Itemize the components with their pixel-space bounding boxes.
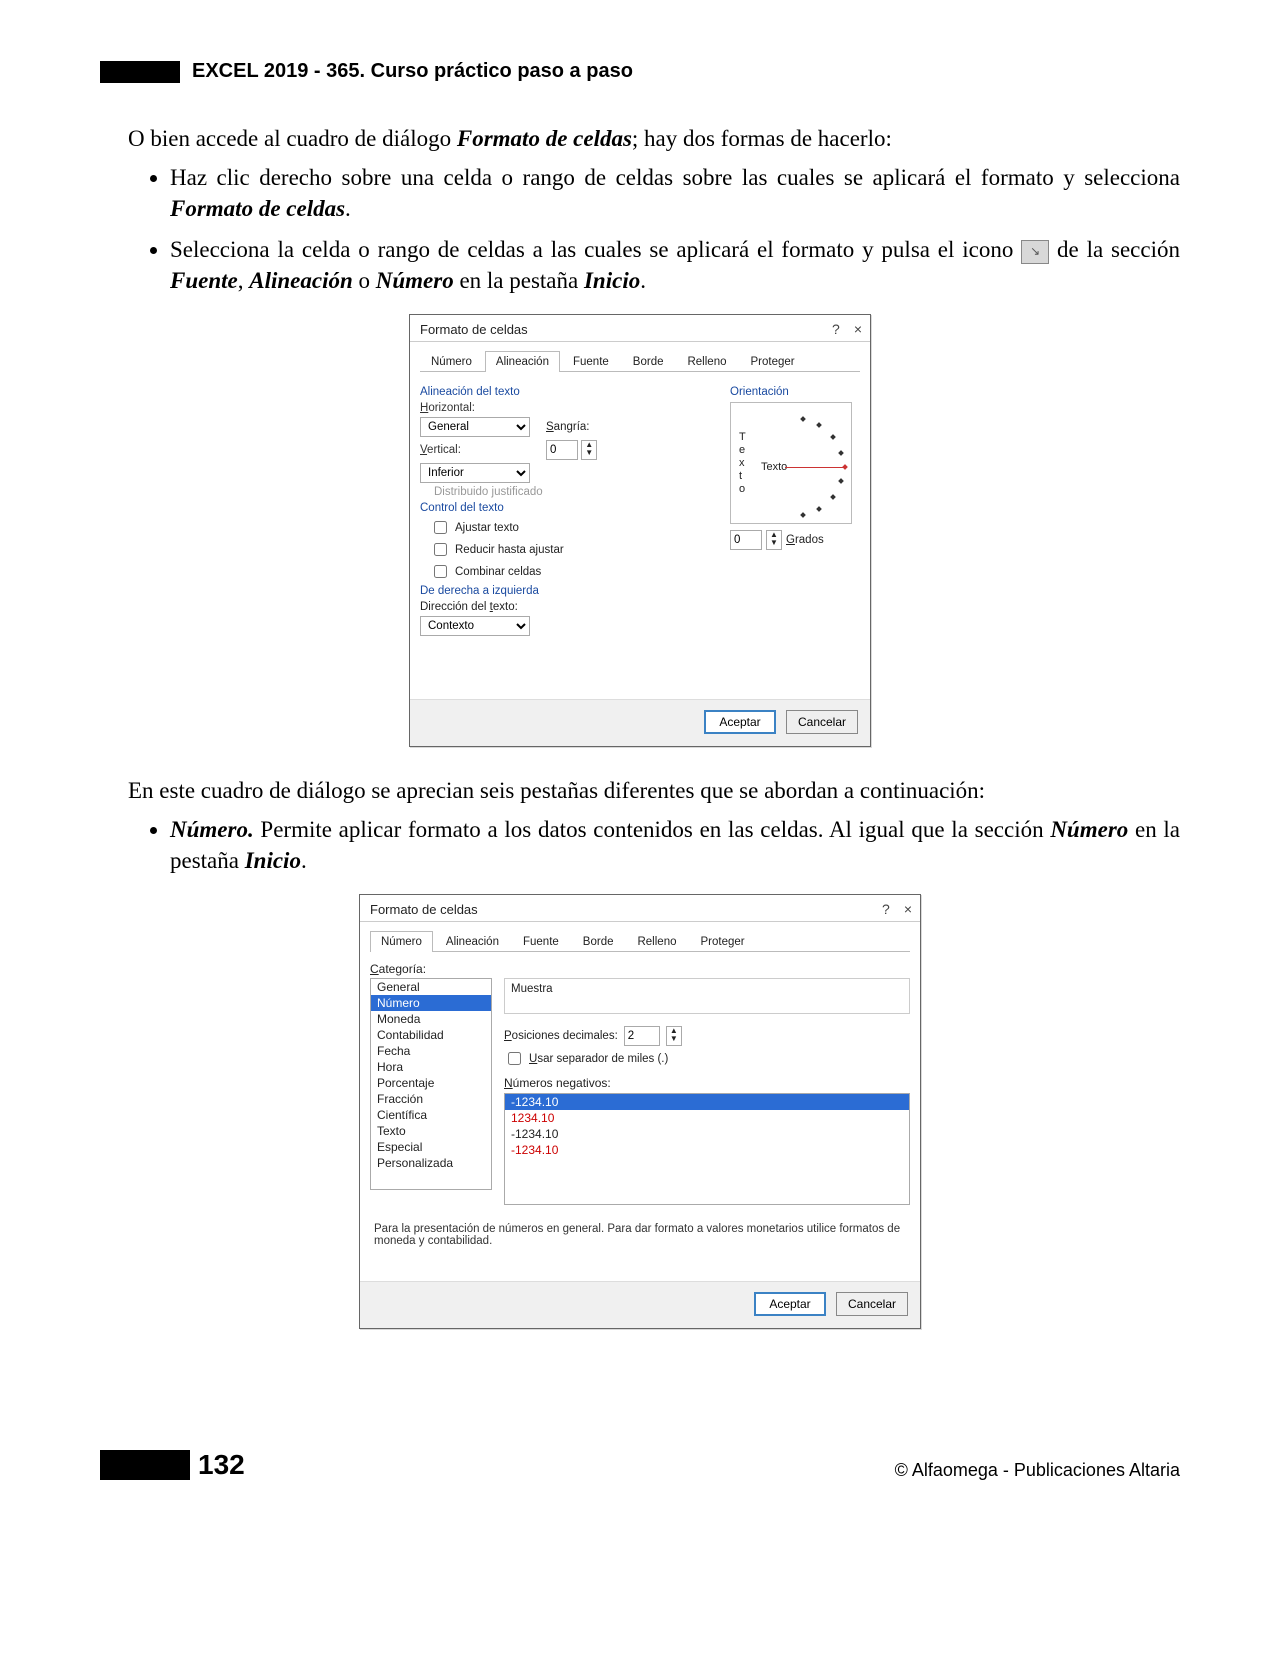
horizontal-select[interactable]: General [420, 417, 530, 437]
close-icon[interactable]: × [854, 321, 862, 337]
tab-proteger[interactable]: Proteger [739, 351, 805, 372]
dialog-tabs: Número Alineación Fuente Borde Relleno P… [370, 930, 910, 952]
vertical-label: Vertical: [420, 444, 484, 456]
ok-button[interactable]: Aceptar [754, 1292, 826, 1316]
list-item[interactable]: Porcentaje [371, 1075, 491, 1091]
copyright: © Alfaomega - Publicaciones Altaria [895, 1460, 1180, 1481]
negative-numbers-label: Números negativos: [504, 1076, 910, 1090]
category-listbox[interactable]: General Número Moneda Contabilidad Fecha… [370, 978, 492, 1190]
book-title: EXCEL 2019 - 365. Curso práctico paso a … [192, 60, 633, 83]
tab-fuente[interactable]: Fuente [512, 931, 570, 952]
dialog-tabs: Número Alineación Fuente Borde Relleno P… [420, 350, 860, 372]
list-item: Número. Permite aplicar formato a los da… [170, 814, 1180, 876]
format-cells-alignment-dialog: Formato de celdas ? × Número Alineación … [409, 314, 871, 747]
horizontal-label: Horizontal: [420, 402, 484, 414]
orientation-text-horizontal: Texto [761, 461, 787, 473]
instruction-list: Haz clic derecho sobre una celda o rango… [100, 162, 1180, 296]
list-item[interactable]: 1234.10 [505, 1110, 909, 1126]
wrap-text-checkbox[interactable] [434, 521, 447, 534]
dialog-titlebar: Formato de celdas ? × [410, 315, 870, 342]
orientation-section-label: Orientación [730, 386, 860, 398]
help-icon[interactable]: ? [882, 901, 890, 917]
page-footer: 132 © Alfaomega - Publicaciones Altaria [100, 1449, 1180, 1501]
page-header: EXCEL 2019 - 365. Curso práctico paso a … [100, 60, 1180, 83]
thousands-separator-checkbox[interactable] [508, 1052, 521, 1065]
list-item[interactable]: Especial [371, 1139, 491, 1155]
dialog-title: Formato de celdas [420, 322, 528, 337]
list-item[interactable]: Contabilidad [371, 1027, 491, 1043]
list-item: Haz clic derecho sobre una celda o rango… [170, 162, 1180, 224]
close-icon[interactable]: × [904, 901, 912, 917]
tab-numero[interactable]: Número [420, 351, 483, 372]
list-item[interactable]: Moneda [371, 1011, 491, 1027]
thousands-label: Usar separador de miles (.) [529, 1053, 668, 1065]
decimals-input[interactable] [624, 1026, 660, 1046]
mid-paragraph: En este cuadro de diálogo se aprecian se… [100, 775, 1180, 806]
dialog-title: Formato de celdas [370, 902, 478, 917]
orientation-line [785, 467, 845, 468]
orientation-box[interactable]: Texto Texto [730, 402, 852, 524]
vertical-select[interactable]: Inferior [420, 463, 530, 483]
tab-alineacion[interactable]: Alineación [435, 931, 510, 952]
list-item[interactable]: General [371, 979, 491, 995]
category-label: Categoría: [370, 962, 910, 976]
help-icon[interactable]: ? [832, 321, 840, 337]
tab-borde[interactable]: Borde [622, 351, 675, 372]
merge-cells-checkbox[interactable] [434, 565, 447, 578]
tab-relleno[interactable]: Relleno [676, 351, 737, 372]
tab-borde[interactable]: Borde [572, 931, 625, 952]
control-section-label: Control del texto [420, 502, 714, 514]
format-cells-number-dialog: Formato de celdas ? × Número Alineación … [359, 894, 921, 1329]
format-description: Para la presentación de números en gener… [374, 1223, 906, 1247]
cancel-button[interactable]: Cancelar [836, 1292, 908, 1316]
list-item[interactable]: Fecha [371, 1043, 491, 1059]
list-item[interactable]: Número [371, 995, 491, 1011]
degrees-label: Grados [786, 534, 824, 546]
text-direction-label: Dirección del texto: [420, 601, 518, 613]
page-number: 132 [198, 1449, 245, 1481]
spinner-icon[interactable]: ▲▼ [581, 440, 597, 460]
tab-alineacion[interactable]: Alineación [485, 351, 560, 372]
shrink-fit-checkbox[interactable] [434, 543, 447, 556]
list-item[interactable]: -1234.10 [505, 1094, 909, 1110]
alignment-section-label: Alineación del texto [420, 386, 714, 398]
footer-decoration [100, 1450, 190, 1480]
list-item[interactable]: Texto [371, 1123, 491, 1139]
list-item[interactable]: -1234.10 [505, 1126, 909, 1142]
wrap-text-label: Ajustar texto [455, 522, 519, 534]
intro-paragraph: O bien accede al cuadro de diálogo Forma… [100, 123, 1180, 154]
spinner-icon[interactable]: ▲▼ [666, 1026, 682, 1046]
list-item[interactable]: Científica [371, 1107, 491, 1123]
cancel-button[interactable]: Cancelar [786, 710, 858, 734]
header-decoration [100, 61, 180, 83]
distributed-label: Distribuido justificado [434, 486, 543, 498]
negative-numbers-listbox[interactable]: -1234.10 1234.10 -1234.10 -1234.10 [504, 1093, 910, 1205]
tab-proteger[interactable]: Proteger [689, 931, 755, 952]
rtl-section-label: De derecha a izquierda [420, 585, 714, 597]
shrink-fit-label: Reducir hasta ajustar [455, 544, 564, 556]
list-item[interactable]: Hora [371, 1059, 491, 1075]
sangria-input[interactable] [546, 440, 578, 460]
ok-button[interactable]: Aceptar [704, 710, 776, 734]
spinner-icon[interactable]: ▲▼ [766, 530, 782, 550]
list-item[interactable]: Personalizada [371, 1155, 491, 1171]
orientation-text-vertical: Texto [739, 431, 746, 496]
text-direction-select[interactable]: Contexto [420, 616, 530, 636]
tab-relleno[interactable]: Relleno [626, 931, 687, 952]
decimals-label: Posiciones decimales: [504, 1030, 618, 1042]
tab-numero[interactable]: Número [370, 931, 433, 952]
sangria-label: Sangría: [546, 421, 589, 433]
list-item: Selecciona la celda o rango de celdas a … [170, 234, 1180, 296]
degrees-input[interactable] [730, 530, 762, 550]
list-item[interactable]: Fracción [371, 1091, 491, 1107]
tab-fuente[interactable]: Fuente [562, 351, 620, 372]
list-item[interactable]: -1234.10 [505, 1142, 909, 1158]
dialog-titlebar: Formato de celdas ? × [360, 895, 920, 922]
muestra-label: Muestra [511, 983, 903, 995]
dialog-launcher-icon: ↘ [1021, 240, 1049, 264]
merge-cells-label: Combinar celdas [455, 566, 541, 578]
